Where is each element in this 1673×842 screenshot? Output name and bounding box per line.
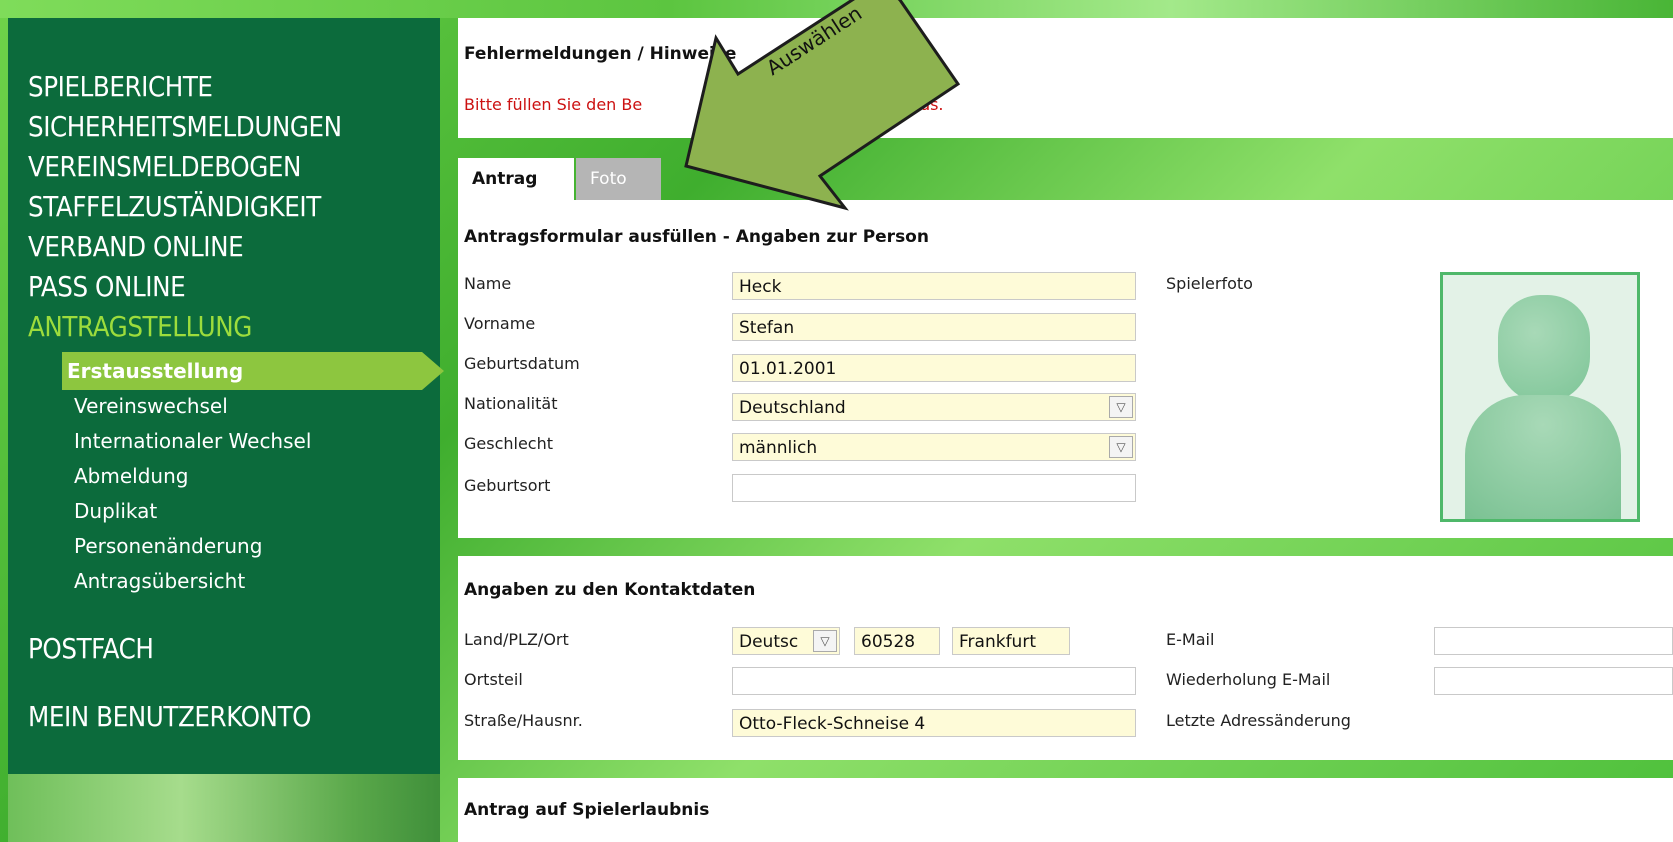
contact-section-title: Angaben zu den Kontaktdaten <box>464 580 756 600</box>
messages-title: Fehlermeldungen / Hinweise <box>464 44 737 64</box>
sidebar-item-vereinswechsel[interactable]: Vereinswechsel <box>74 394 228 418</box>
nationalitaet-value: Deutschland <box>739 398 846 418</box>
nav-postfach[interactable]: POSTFACH <box>28 628 154 670</box>
player-photo-placeholder[interactable] <box>1440 272 1640 522</box>
land-plz-ort-label: Land/PLZ/Ort <box>464 630 569 649</box>
land-select[interactable]: Deutsc ▽ <box>732 627 840 655</box>
name-input[interactable]: Heck <box>732 272 1136 300</box>
sidebar-item-erstausstellung[interactable]: Erstausstellung <box>62 352 444 390</box>
geburtsort-input[interactable] <box>732 474 1136 502</box>
nav-staffelzustaendigkeit[interactable]: STAFFELZUSTÄNDIGKEIT <box>28 186 321 228</box>
sidebar-nav: SPIELBERICHTE SICHERHEITSMELDUNGEN VEREI… <box>8 18 444 774</box>
avatar-body-icon <box>1465 395 1621 519</box>
nationalitaet-label: Nationalität <box>464 394 558 413</box>
name-label: Name <box>464 274 512 293</box>
sidebar-item-internationaler-wechsel[interactable]: Internationaler Wechsel <box>74 429 311 453</box>
plz-input[interactable]: 60528 <box>854 627 940 655</box>
ortsteil-input[interactable] <box>732 667 1136 695</box>
chevron-down-icon[interactable]: ▽ <box>1109 436 1133 458</box>
sidebar-item-abmeldung[interactable]: Abmeldung <box>74 464 188 488</box>
geschlecht-select[interactable]: männlich ▽ <box>732 433 1136 461</box>
email-repeat-input[interactable] <box>1434 667 1673 695</box>
messages-panel <box>458 18 1673 138</box>
sidebar-decor <box>8 774 440 842</box>
sidebar-item-duplikat[interactable]: Duplikat <box>74 499 157 523</box>
nav-mein-benutzerkonto[interactable]: MEIN BENUTZERKONTO <box>28 696 312 738</box>
vorname-input[interactable]: Stefan <box>732 313 1136 341</box>
vorname-label: Vorname <box>464 314 536 333</box>
geschlecht-label: Geschlecht <box>464 434 554 453</box>
ort-input[interactable]: Frankfurt <box>952 627 1070 655</box>
ortsteil-label: Ortsteil <box>464 670 523 689</box>
error-message-start: Bitte füllen Sie den Be <box>464 95 643 114</box>
email-repeat-label: Wiederholung E-Mail <box>1166 670 1331 689</box>
land-value: Deutsc <box>739 632 799 652</box>
sidebar-item-antragsuebersicht[interactable]: Antragsübersicht <box>74 569 245 593</box>
geburtsort-label: Geburtsort <box>464 476 551 495</box>
tab-antrag[interactable]: Antrag <box>458 158 574 200</box>
chevron-down-icon[interactable]: ▽ <box>813 630 837 652</box>
permit-section-title: Antrag auf Spielerlaubnis <box>464 800 710 820</box>
strasse-label: Straße/Hausnr. <box>464 711 583 730</box>
chevron-down-icon[interactable]: ▽ <box>1109 396 1133 418</box>
email-input[interactable] <box>1434 627 1673 655</box>
spielerfoto-label: Spielerfoto <box>1166 274 1253 293</box>
geschlecht-value: männlich <box>739 438 818 458</box>
geburtsdatum-label: Geburtsdatum <box>464 354 580 373</box>
error-message-end: ung des Vereins" aus. <box>770 95 944 114</box>
nav-antragstellung[interactable]: ANTRAGSTELLUNG <box>28 306 252 348</box>
nav-spielberichte[interactable]: SPIELBERICHTE <box>28 66 213 108</box>
tab-foto[interactable]: Foto <box>576 158 661 200</box>
nav-pass-online[interactable]: PASS ONLINE <box>28 266 186 308</box>
nav-vereinsmeldebogen[interactable]: VEREINSMELDEBOGEN <box>28 146 301 188</box>
geburtsdatum-input[interactable]: 01.01.2001 <box>732 354 1136 382</box>
strasse-input[interactable]: Otto-Fleck-Schneise 4 <box>732 709 1136 737</box>
sidebar-item-personenaenderung[interactable]: Personenänderung <box>74 534 262 558</box>
nav-verband-online[interactable]: VERBAND ONLINE <box>28 226 244 268</box>
error-message: Bitte füllen Sie den Be ung des Vereins" … <box>464 95 944 114</box>
nationalitaet-select[interactable]: Deutschland ▽ <box>732 393 1136 421</box>
email-label: E-Mail <box>1166 630 1215 649</box>
nav-sicherheitsmeldungen[interactable]: SICHERHEITSMELDUNGEN <box>28 106 342 148</box>
address-change-label: Letzte Adressänderung <box>1166 711 1351 730</box>
avatar-head-icon <box>1498 295 1590 403</box>
person-section-title: Antragsformular ausfüllen - Angaben zur … <box>464 227 929 247</box>
